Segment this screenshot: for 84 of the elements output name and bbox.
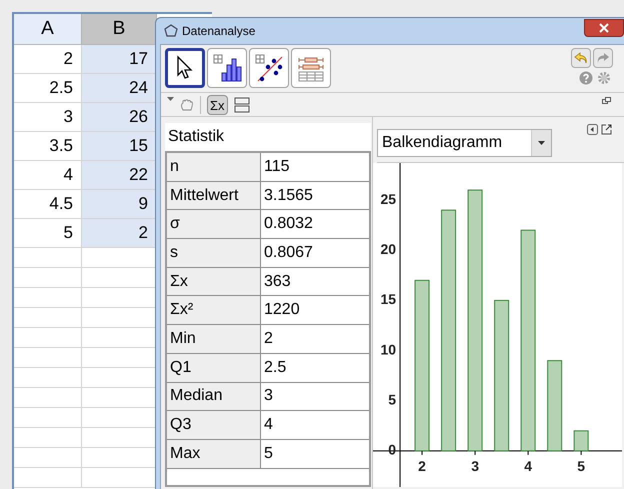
x-tick-label: 3: [471, 458, 479, 474]
close-button[interactable]: [584, 19, 624, 37]
tool-button[interactable]: [249, 48, 289, 88]
external-window-icon[interactable]: [601, 124, 612, 135]
table-cell: [14, 388, 82, 408]
undo-button[interactable]: [571, 48, 591, 68]
y-tick-label: 5: [388, 391, 396, 408]
statistics-toggle[interactable]: Σx: [207, 94, 228, 114]
row-label: Mittelwert: [167, 182, 261, 210]
x-tick-label: 5: [577, 458, 586, 474]
table-cell: [14, 348, 82, 368]
row-label: Median: [167, 382, 261, 410]
hand-icon[interactable]: [180, 98, 194, 110]
table-cell: [14, 328, 82, 348]
table-cell: 5: [14, 219, 82, 248]
table-cell: [14, 288, 82, 308]
histogram-icon: [212, 53, 242, 83]
table-cell: 3.5: [14, 132, 82, 161]
x-tick-label: 2: [418, 458, 426, 474]
column-header[interactable]: B: [82, 14, 157, 45]
table-cell-text: 2: [263, 328, 274, 349]
caret-icon[interactable]: [167, 97, 174, 102]
table-cell-text: 2.5: [263, 358, 288, 378]
table-cell: [14, 248, 82, 268]
table-cell: 15: [82, 132, 157, 161]
row-label: s: [167, 239, 261, 267]
row-label: σ: [167, 210, 261, 238]
table-cell: 2: [14, 45, 82, 74]
table-cell: [14, 408, 82, 428]
table-cell-text: 3.1565: [263, 186, 314, 206]
table-cell: 3: [14, 103, 82, 132]
undo-icon: [574, 52, 588, 64]
table-cell-text: 1220: [263, 300, 301, 320]
y-tick-label: 10: [380, 341, 396, 358]
y-tick-label: 15: [380, 291, 396, 308]
table-cell: 24: [82, 74, 157, 103]
table-cell: 2: [82, 219, 157, 248]
table-cell: 17: [82, 45, 157, 74]
panel-title: Statistik: [165, 123, 371, 151]
tool-button[interactable]: [207, 48, 247, 88]
layout-icon[interactable]: [234, 96, 250, 112]
tool-button[interactable]: [165, 48, 205, 88]
table-cell: [14, 448, 82, 468]
restore-icon[interactable]: [602, 96, 611, 104]
table-cell: 4: [14, 161, 82, 190]
caret-icon: [538, 141, 545, 145]
column-header[interactable]: A: [14, 14, 82, 45]
close-icon: [599, 23, 609, 33]
table-cell: [14, 308, 82, 328]
row-label: Q3: [167, 411, 261, 439]
row-label: n: [167, 153, 261, 181]
bar: [574, 430, 589, 452]
x-tick-label: 4: [524, 458, 532, 474]
table-cell-text: 3: [263, 386, 274, 406]
row-label: Σx²: [167, 296, 261, 324]
row-label: Max: [167, 440, 261, 468]
help-icon[interactable]: [579, 71, 593, 85]
row-label: Σx: [167, 268, 261, 296]
y-tick-label: 20: [380, 240, 396, 257]
table-cell-text: 363: [263, 272, 292, 292]
app-logo-icon: [164, 24, 178, 38]
table-cell-text: 4: [263, 415, 274, 436]
table-cell-text: 115: [263, 156, 291, 177]
dropdown-value: Balkendiagramm: [381, 133, 504, 153]
table-cell: 2.5: [14, 74, 82, 103]
table-cell: 26: [82, 103, 157, 132]
scatter-plot-icon: [254, 53, 284, 83]
table-cell: [14, 368, 82, 388]
table-cell: [14, 268, 82, 288]
table-cell: 9: [82, 190, 157, 219]
y-tick-label: 25: [380, 190, 396, 207]
table-cell-text: 0.8067: [263, 242, 314, 263]
table-cell-text: 0.8032: [263, 214, 314, 234]
row-label: Q1: [167, 354, 261, 382]
collapse-icon[interactable]: [587, 124, 598, 135]
chart-type-dropdown[interactable]: Balkendiagramm: [377, 129, 552, 157]
table-cell: [14, 468, 82, 488]
row-label: Min: [167, 325, 261, 353]
table-cell-text: 5: [263, 444, 274, 464]
table-cell: [14, 428, 82, 448]
table-cell: 22: [82, 161, 157, 190]
window-title: Datenanalyse: [182, 23, 256, 40]
redo-icon: [596, 52, 610, 64]
table-cell: 4.5: [14, 190, 82, 219]
